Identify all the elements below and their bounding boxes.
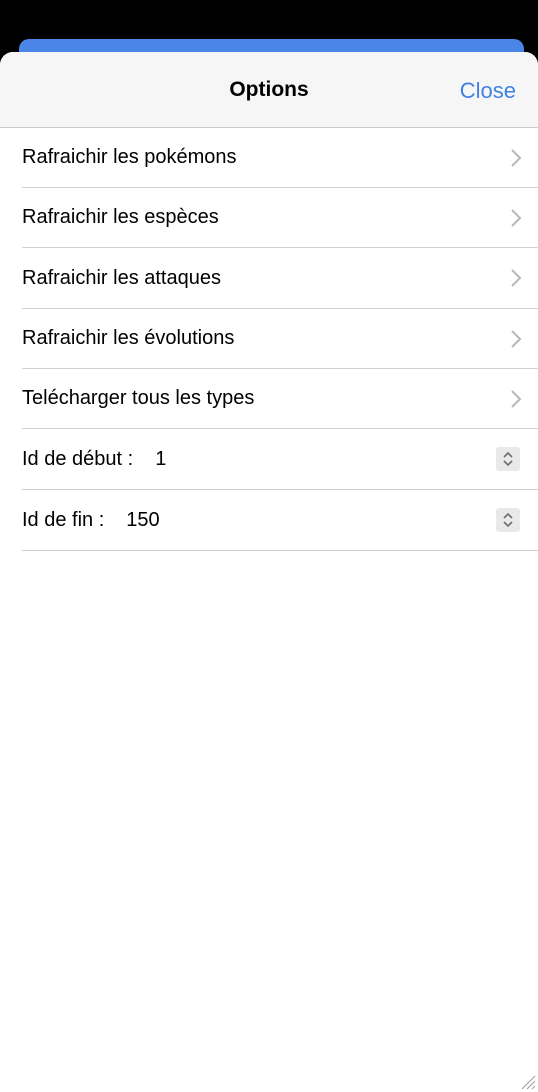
chevron-right-icon [511,208,522,227]
end-id-row: Id de fin : 150 [22,490,538,551]
start-id-row: Id de début : 1 [22,429,538,490]
menu-item-refresh-pokemons[interactable]: Rafraichir les pokémons [22,128,538,188]
menu-item-label: Rafraichir les attaques [22,266,221,289]
end-id-field[interactable]: 150 [126,509,159,532]
end-id-label: Id de fin : [22,508,105,531]
close-button[interactable]: Close [460,78,516,104]
sheet-header: Options Close [0,52,538,128]
chevron-right-icon [511,148,522,167]
menu-item-label: Rafraichir les évolutions [22,327,235,349]
chevron-right-icon [511,389,522,408]
menu-item-label: Rafraichir les espèces [22,206,219,228]
start-id-stepper[interactable] [496,447,520,471]
menu-item-label: Rafraichir les pokémons [22,146,237,168]
up-down-stepper-icon [503,451,513,467]
menu-item-label: Telécharger tous les types [22,387,255,409]
options-list: Rafraichir les pokémons Rafraichir les e… [22,128,538,551]
chevron-right-icon [511,329,522,348]
start-id-field[interactable]: 1 [155,448,166,471]
menu-item-refresh-evolutions[interactable]: Rafraichir les évolutions [22,309,538,369]
menu-item-download-types[interactable]: Telécharger tous les types [22,369,538,429]
menu-item-refresh-attacks[interactable]: Rafraichir les attaques [22,248,538,309]
menu-item-refresh-species[interactable]: Rafraichir les espèces [22,188,538,248]
up-down-stepper-icon [503,512,513,528]
start-id-label: Id de début : [22,447,134,470]
options-sheet: Options Close Rafraichir les pokémons Ra… [0,52,538,1092]
resize-grip-icon[interactable] [520,1074,536,1090]
page-title: Options [229,78,309,101]
chevron-right-icon [511,269,522,287]
end-id-stepper[interactable] [496,508,520,532]
